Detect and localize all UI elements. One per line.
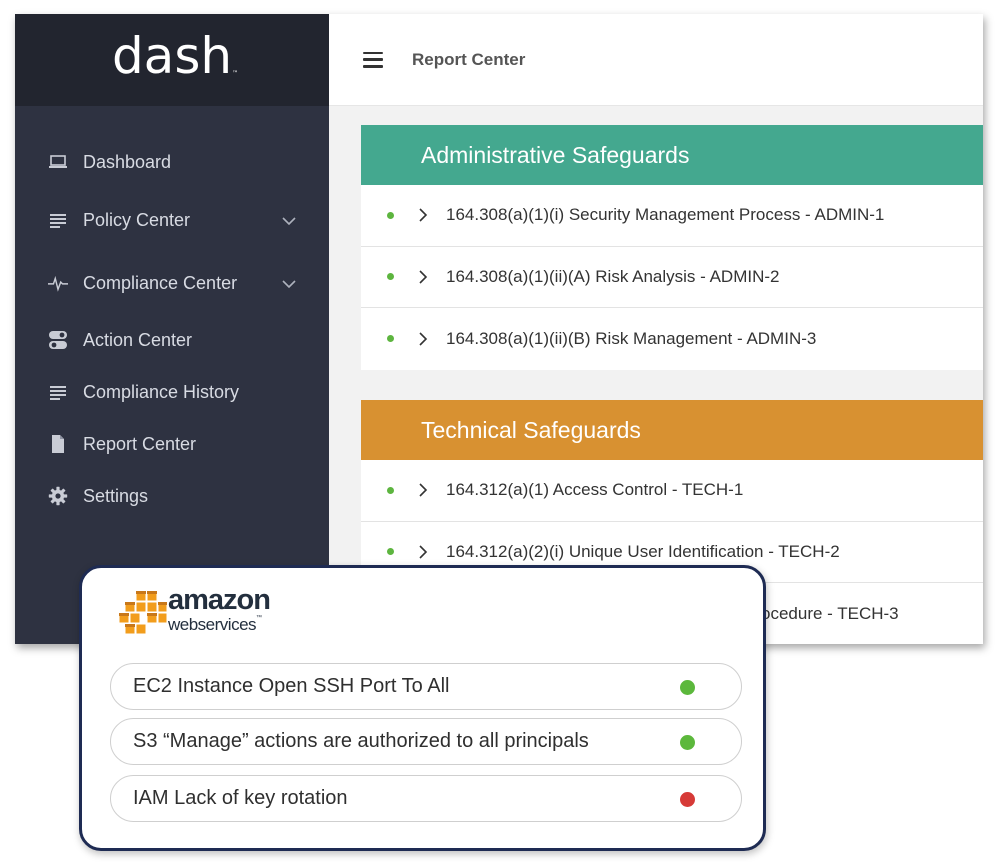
check-label: IAM Lack of key rotation <box>133 787 348 809</box>
document-icon <box>48 434 68 454</box>
section-header: Administrative Safeguards <box>361 125 983 185</box>
logo-text: dash <box>111 27 233 85</box>
sidebar-item-compliance-history[interactable]: Compliance History <box>15 366 329 418</box>
sidebar-item-report-center[interactable]: Report Center <box>15 418 329 470</box>
sidebar-item-compliance-center[interactable]: Compliance Center <box>15 252 329 314</box>
aws-logo-wordmark: amazon <box>168 584 271 616</box>
pulse-icon <box>48 273 68 293</box>
aws-logo-trademark: ™ <box>256 615 262 621</box>
section-administrative-safeguards: Administrative Safeguards 164.308(a)(1)(… <box>361 125 983 370</box>
sidebar-nav: Dashboard Policy Center Compliance Cente… <box>15 106 329 522</box>
logo-trademark: ™ <box>232 70 239 77</box>
aws-cubes-icon <box>118 590 168 635</box>
status-dot-icon <box>387 486 394 494</box>
sidebar-item-label: Settings <box>83 485 149 506</box>
list-item[interactable]: 164.312(a)(1) Access Control - TECH-1 <box>361 460 983 522</box>
sidebar-item-label: Dashboard <box>83 151 172 172</box>
logo-area: dash ™ <box>15 14 329 106</box>
status-dot-green-icon <box>680 680 695 695</box>
sidebar-item-dashboard[interactable]: Dashboard <box>15 136 329 188</box>
row-label: 164.308(a)(1)(i) Security Management Pro… <box>446 205 885 225</box>
status-dot-green-icon <box>680 735 695 750</box>
aws-logo-subtitle: webservices™ <box>168 615 262 635</box>
list-item[interactable]: 164.308(a)(1)(ii)(A) Risk Analysis - ADM… <box>361 247 983 308</box>
chevron-right-icon[interactable] <box>418 332 428 346</box>
row-label: 164.312(a)(2)(i) Unique User Identificat… <box>446 541 840 561</box>
sidebar-item-action-center[interactable]: Action Center <box>15 314 329 366</box>
sidebar-item-label: Report Center <box>83 433 197 454</box>
status-dot-icon <box>387 335 394 343</box>
list-icon <box>48 210 68 230</box>
main-content: Report Center Administrative Safeguards … <box>329 14 983 644</box>
row-label: 164.308(a)(1)(ii)(B) Risk Management - A… <box>446 328 817 348</box>
aws-check-item[interactable]: S3 “Manage” actions are authorized to al… <box>110 718 742 765</box>
aws-check-item[interactable]: IAM Lack of key rotation <box>110 775 742 822</box>
chevron-right-icon[interactable] <box>418 545 428 559</box>
aws-logo-subtitle-text: webservices <box>168 615 257 634</box>
row-label: 164.308(a)(1)(ii)(A) Risk Analysis - ADM… <box>446 266 780 286</box>
app-window: dash ™ Dashboard Policy Center Complianc… <box>15 14 983 644</box>
gear-icon <box>48 486 68 506</box>
aws-logo: amazon webservices™ <box>118 584 288 646</box>
sidebar-item-settings[interactable]: Settings <box>15 470 329 522</box>
check-label: EC2 Instance Open SSH Port To All <box>133 675 450 697</box>
top-bar: Report Center <box>329 14 983 106</box>
chevron-right-icon[interactable] <box>418 208 428 222</box>
chevron-right-icon[interactable] <box>418 270 428 284</box>
check-label: S3 “Manage” actions are authorized to al… <box>133 730 589 752</box>
toggle-icon <box>48 330 68 350</box>
list-icon <box>48 382 68 402</box>
hamburger-menu-icon[interactable] <box>363 51 383 68</box>
list-item[interactable]: 164.308(a)(1)(ii)(B) Risk Management - A… <box>361 308 983 370</box>
row-label: 164.312(a)(1) Access Control - TECH-1 <box>446 480 744 500</box>
status-dot-icon <box>387 273 394 281</box>
sidebar-item-policy-center[interactable]: Policy Center <box>15 188 329 252</box>
sidebar: dash ™ Dashboard Policy Center Complianc… <box>15 14 329 644</box>
aws-findings-card: amazon webservices™ EC2 Instance Open SS… <box>79 565 766 851</box>
status-dot-icon <box>387 548 394 556</box>
sidebar-item-label: Compliance Center <box>83 272 238 293</box>
sidebar-item-label: Compliance History <box>83 381 240 402</box>
dash-logo[interactable]: dash ™ <box>112 31 238 81</box>
list-item[interactable]: 164.308(a)(1)(i) Security Management Pro… <box>361 185 983 247</box>
status-dot-icon <box>387 211 394 219</box>
chevron-down-icon[interactable] <box>281 210 297 231</box>
laptop-icon <box>48 152 68 172</box>
page-title: Report Center <box>412 49 526 69</box>
sidebar-item-label: Action Center <box>83 329 193 350</box>
chevron-right-icon[interactable] <box>418 483 428 497</box>
chevron-down-icon[interactable] <box>281 273 297 294</box>
aws-check-item[interactable]: EC2 Instance Open SSH Port To All <box>110 663 742 710</box>
sidebar-item-label: Policy Center <box>83 209 191 230</box>
row-label: ocedure - TECH-3 <box>761 603 899 623</box>
section-header: Technical Safeguards <box>361 400 983 460</box>
status-dot-red-icon <box>680 792 695 807</box>
